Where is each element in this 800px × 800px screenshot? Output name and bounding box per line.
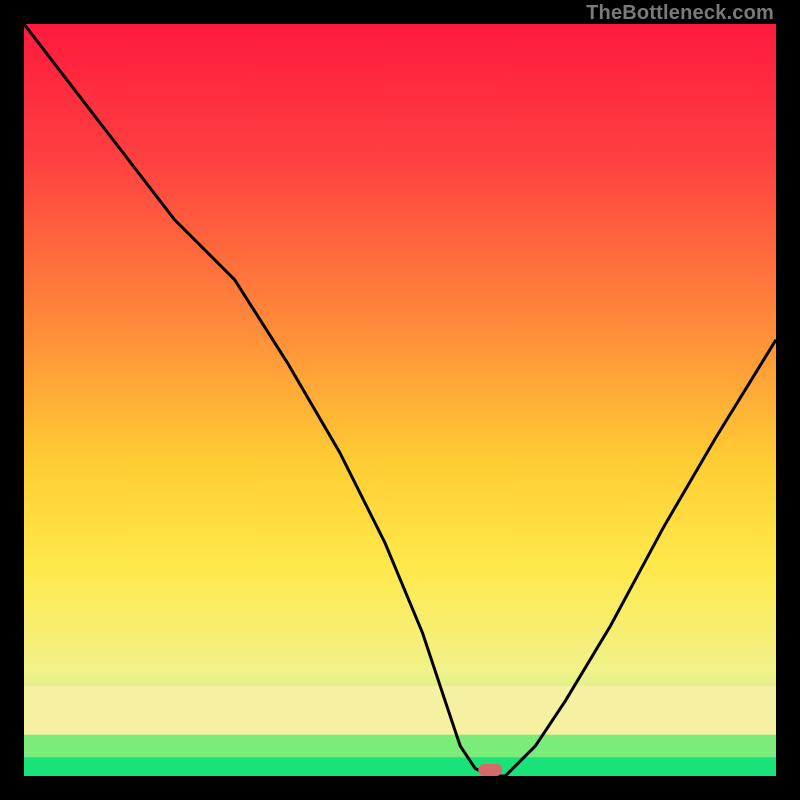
gradient-background bbox=[24, 24, 776, 776]
zone-pale-yellow bbox=[24, 686, 776, 735]
watermark-text: TheBottleneck.com bbox=[586, 2, 774, 25]
chart-frame bbox=[24, 24, 776, 776]
optimal-point-marker bbox=[478, 764, 502, 776]
zone-light-green bbox=[24, 735, 776, 758]
threshold-zones bbox=[24, 686, 776, 776]
chart-svg bbox=[24, 24, 776, 776]
zone-green bbox=[24, 757, 776, 776]
